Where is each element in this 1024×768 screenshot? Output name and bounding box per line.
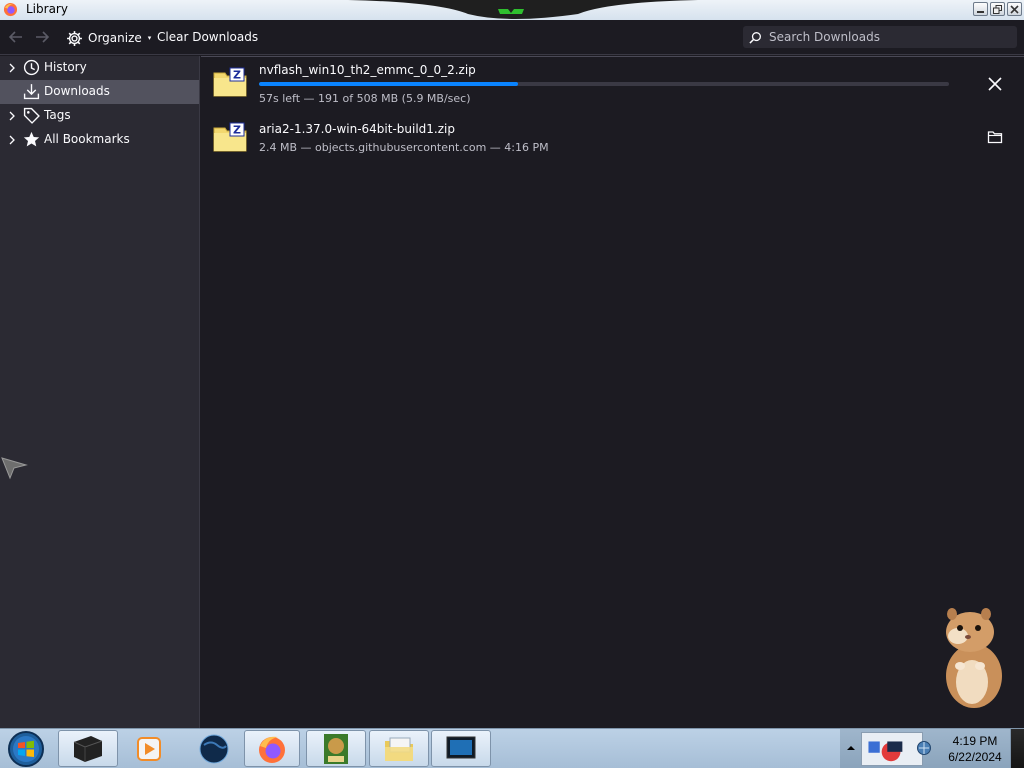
chevron-right-icon[interactable] [7,111,17,121]
sidebar-item-label: History [44,60,87,74]
game-box-icon [324,733,348,764]
list-item[interactable]: Z aria2-1.37.0-win-64bit-build1.zip 2.4 … [201,112,1024,162]
svg-text:Z: Z [233,69,241,82]
close-icon [1010,4,1019,14]
system-tray: 4:19 PM 6/22/2024 [840,729,1024,768]
organize-label: Organize [88,31,142,45]
download-progress-bar [259,82,949,86]
globe-icon [199,734,229,763]
star-icon [23,131,40,147]
show-in-folder-button[interactable] [985,127,1005,147]
chevron-up-icon[interactable] [846,743,856,753]
clock-icon [23,59,40,76]
show-desktop-button[interactable] [1010,729,1024,768]
folder-icon [987,131,1003,144]
sidebar-item-label: Tags [44,108,71,122]
minimize-icon [977,10,984,13]
title-bar: Library [0,0,1024,20]
taskbar-app-monitor[interactable] [431,730,491,767]
tray-app-icon[interactable] [861,732,923,766]
window-title: Library [26,2,68,16]
monitor-icon [446,736,476,758]
clock-date: 6/22/2024 [948,750,1002,764]
list-item[interactable]: Z nvflash_win10_th2_emmc_0_0_2.zip 57s l… [201,57,1024,107]
download-icon [23,84,40,100]
clear-downloads-button[interactable]: Clear Downloads [157,30,258,44]
minimize-button[interactable] [973,2,988,16]
taskbar-app-globe[interactable] [188,730,240,767]
window-decoration [348,0,698,19]
zip-archive-icon: Z [213,67,247,97]
sidebar: History Downloads Tags All Bookmarks [0,56,200,728]
taskbar-app-explorer[interactable] [369,730,429,767]
forward-button[interactable] [32,27,52,47]
search-input[interactable] [769,30,1009,44]
firefox-icon [3,2,18,17]
progress-fill [259,82,519,86]
sidebar-item-label: All Bookmarks [44,132,130,146]
download-filename: aria2-1.37.0-win-64bit-build1.zip [259,122,455,136]
taskbar-clock[interactable]: 4:19 PM 6/22/2024 [936,733,1014,765]
taskbar-app-media-player[interactable] [122,730,174,767]
downloads-list: Z nvflash_win10_th2_emmc_0_0_2.zip 57s l… [201,56,1024,728]
cancel-download-button[interactable] [985,74,1005,94]
arrow-right-icon [36,31,50,43]
back-button[interactable] [6,27,26,47]
taskbar-app-firefox[interactable] [244,730,300,767]
chevron-right-icon[interactable] [7,63,17,73]
start-button[interactable] [6,730,46,768]
download-status: 2.4 MB — objects.githubusercontent.com —… [259,141,549,154]
mouse-cursor-icon [1,457,28,480]
zip-archive-icon: Z [213,122,247,152]
hamster-desktop-pet-icon[interactable] [938,606,1008,710]
chevron-right-icon[interactable] [7,135,17,145]
toolbar: Organize ▾ Clear Downloads [0,20,1024,55]
svg-text:Z: Z [233,124,241,137]
arrow-left-icon [8,31,22,43]
gear-icon [67,30,82,46]
restore-button[interactable] [990,2,1005,16]
close-window-button[interactable] [1007,2,1022,16]
taskbar-app-game-box[interactable] [306,730,366,767]
sidebar-item-tags[interactable]: Tags [0,104,199,128]
taskbar: 4:19 PM 6/22/2024 [0,728,1024,768]
search-box[interactable] [743,26,1017,48]
organize-menu-button[interactable]: Organize ▾ [66,28,151,48]
restore-icon [993,4,1002,14]
taskbar-app-terminal[interactable] [58,730,118,767]
search-icon [749,31,761,44]
media-player-icon [137,736,161,761]
network-icon[interactable] [916,740,932,756]
sidebar-item-all-bookmarks[interactable]: All Bookmarks [0,128,199,152]
tag-icon [23,107,40,124]
cancel-icon [988,77,1002,91]
sidebar-item-history[interactable]: History [0,56,199,80]
chevron-down-icon: ▾ [147,34,152,42]
terminal-icon [73,735,103,762]
explorer-icon [385,737,413,761]
sidebar-item-label: Downloads [44,84,110,98]
download-filename: nvflash_win10_th2_emmc_0_0_2.zip [259,63,476,77]
firefox-icon [259,736,285,763]
download-status: 57s left — 191 of 508 MB (5.9 MB/sec) [259,92,471,105]
sidebar-item-downloads[interactable]: Downloads [0,80,199,104]
clock-time: 4:19 PM [952,734,998,748]
